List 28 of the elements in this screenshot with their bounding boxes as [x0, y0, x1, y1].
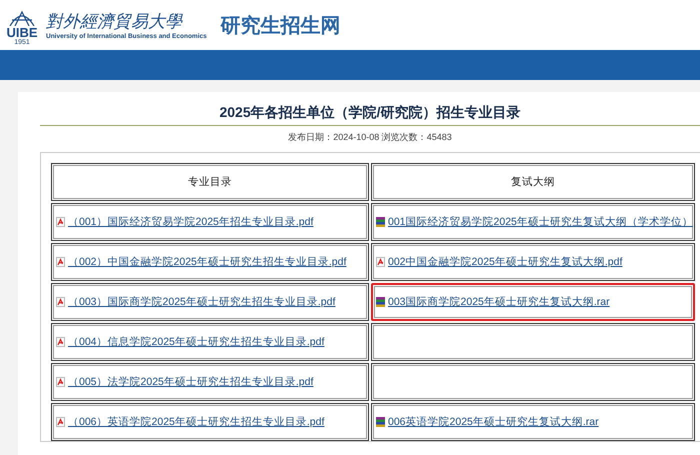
file-link[interactable]: 006英语学院2025年硕士研究生复试大纲.rar: [388, 415, 599, 429]
pdf-file-icon: [56, 217, 65, 227]
archive-file-icon: [376, 217, 385, 227]
file-link[interactable]: （005）法学院2025年硕士研究生招生专业目录.pdf: [68, 375, 314, 389]
university-name: 對外經濟貿易大學: [46, 10, 184, 32]
column-header: 专业目录: [51, 163, 369, 201]
site-title: 研究生招生网: [220, 14, 341, 38]
pdf-file-icon: [56, 297, 65, 307]
pdf-file-icon: [56, 257, 65, 267]
pdf-file-icon: [56, 337, 65, 347]
file-link[interactable]: （002）中国金融学院2025年硕士研究生招生专业目录.pdf: [68, 255, 346, 269]
file-link[interactable]: （006）英语学院2025年硕士研究生招生专业目录.pdf: [68, 415, 324, 429]
file-link[interactable]: （003）国际商学院2025年硕士研究生招生专业目录.pdf: [68, 295, 336, 309]
file-link[interactable]: 001国际经济贸易学院2025年硕士研究生复试大纲（学术学位）: [388, 215, 693, 229]
file-link[interactable]: （004）信息学院2025年硕士研究生招生专业目录.pdf: [68, 335, 324, 349]
file-link[interactable]: 002中国金融学院2025年硕士研究生复试大纲.pdf: [388, 255, 622, 269]
article-meta: 发布日期：2024-10-08 浏览次数：45483: [287, 131, 453, 144]
globe-arch-icon: [7, 10, 37, 26]
emblem-text: UIBE: [6, 26, 38, 39]
file-link[interactable]: 003国际商学院2025年硕士研究生复试大纲.rar: [388, 295, 610, 309]
column-header: 复试大纲: [371, 163, 695, 201]
archive-file-icon: [376, 417, 385, 427]
pdf-file-icon: [376, 257, 385, 267]
archive-file-icon: [376, 297, 385, 307]
file-link[interactable]: （001）国际经济贸易学院2025年招生专业目录.pdf: [68, 215, 314, 229]
article-title: 2025年各招生单位（学院/研究院）招生专业目录: [40, 104, 700, 126]
pdf-file-icon: [56, 377, 65, 387]
pdf-file-icon: [56, 417, 65, 427]
